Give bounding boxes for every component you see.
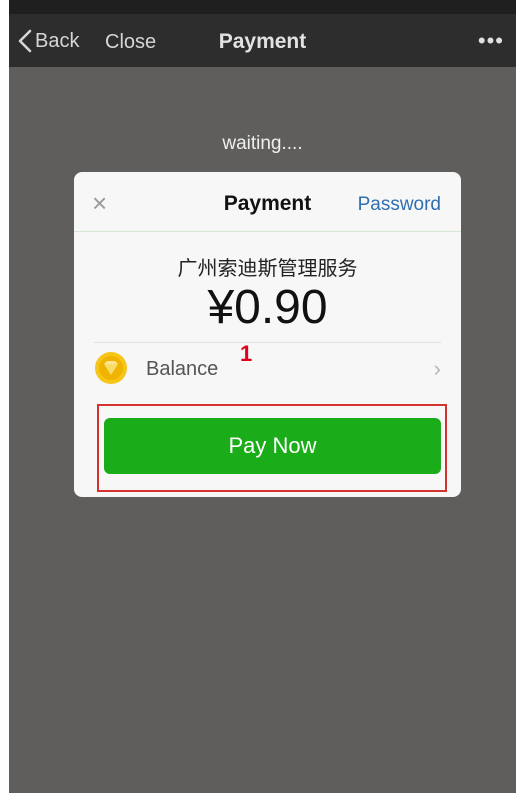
page-title: Payment — [218, 30, 307, 53]
navigation-bar: Back Close Payment ••• — [9, 14, 516, 67]
pay-now-button[interactable]: Pay Now — [104, 418, 441, 474]
more-options-icon[interactable]: ••• — [478, 28, 504, 54]
waiting-text: waiting.... — [222, 133, 303, 154]
status-bar — [9, 0, 516, 14]
payment-method-row[interactable]: Balance › — [94, 348, 441, 388]
balance-coin-icon — [95, 352, 127, 384]
amount-divider — [94, 342, 441, 343]
payment-amount: ¥0.90 — [207, 281, 328, 334]
header-divider — [74, 231, 461, 232]
merchant-name: 广州索迪斯管理服务 — [177, 256, 358, 280]
payment-method-label: Balance — [146, 358, 219, 380]
chevron-right-icon: › — [433, 356, 441, 381]
phone-screen: Back Close Payment ••• waiting.... × Pay… — [9, 0, 516, 793]
annotation-step-number: 1 — [240, 341, 253, 366]
payment-dialog: × Payment Password 广州索迪斯管理服务 ¥0.90 Balan… — [74, 172, 461, 497]
password-link[interactable]: Password — [358, 194, 441, 216]
